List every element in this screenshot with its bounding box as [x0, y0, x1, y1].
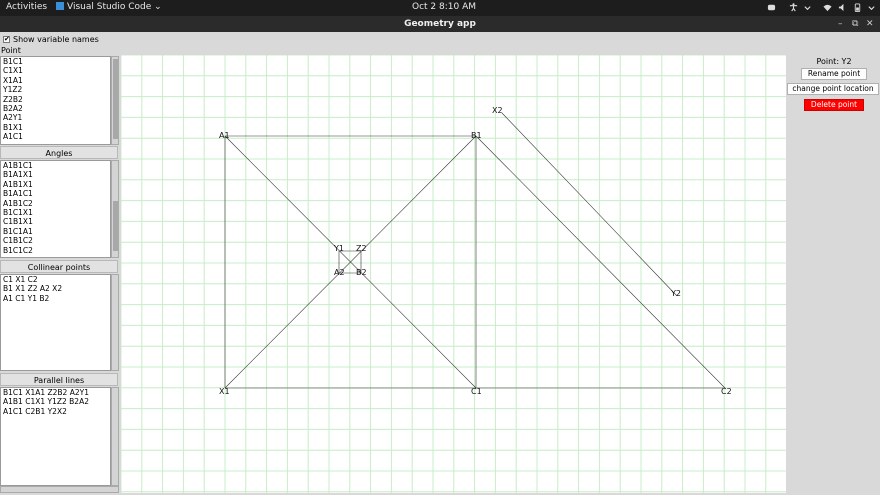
window-title-bar[interactable]: Geometry app – ⧉ ✕: [0, 16, 880, 32]
point-label-Y1[interactable]: Y1: [333, 244, 344, 253]
point-list-item[interactable]: A2Y1: [3, 113, 110, 122]
angle-list-item[interactable]: B1A1X1: [3, 170, 110, 179]
parallel-list-item[interactable]: A1B1 C1X1 Y1Z2 B2A2: [3, 397, 110, 406]
parallel-lines-header[interactable]: Parallel lines: [0, 373, 118, 386]
point-label-A2[interactable]: A2: [334, 268, 345, 277]
collinear-points-header[interactable]: Collinear points: [0, 260, 118, 273]
point-list-item[interactable]: Y1Z2: [3, 85, 110, 94]
parallel-list-item[interactable]: A1C1 C2B1 Y2X2: [3, 407, 110, 416]
point-list-item[interactable]: C1X1: [3, 66, 110, 75]
activities-button[interactable]: Activities: [6, 2, 47, 12]
horizontal-scrollbar[interactable]: [0, 486, 119, 493]
accessibility-icon[interactable]: [789, 3, 798, 12]
parallel-lines-list[interactable]: B1C1 X1A1 Z2B2 A2Y1 A1B1 C1X1 Y1Z2 B2A2 A1…: [0, 387, 111, 486]
point-label-A1[interactable]: A1: [219, 131, 230, 140]
point-label-X2[interactable]: X2: [492, 106, 503, 115]
point-list-item[interactable]: A1C1: [3, 132, 110, 141]
clock[interactable]: Oct 2 8:10 AM: [412, 2, 476, 12]
point-label-C1[interactable]: C1: [471, 387, 482, 396]
chevron-down-icon: ⌄: [151, 2, 162, 12]
collinear-list-item[interactable]: B1 X1 Z2 A2 X2: [3, 284, 110, 293]
app-menu[interactable]: Visual Studio Code ⌄: [56, 2, 162, 12]
point-list[interactable]: B1C1 C1X1 X1A1 Y1Z2 Z2B2 B2A2 A2Y1 B1X1 A1C1: [0, 56, 111, 145]
point-list-item[interactable]: B1X1: [3, 123, 110, 132]
angle-list-item[interactable]: A1B1X1: [3, 180, 110, 189]
collinear-list-item[interactable]: C1 X1 C2: [3, 275, 110, 284]
point-list-scrollbar[interactable]: [111, 56, 119, 145]
battery-icon[interactable]: [853, 3, 862, 12]
window-title: Geometry app: [404, 19, 476, 29]
segment-X2-Y2[interactable]: [501, 112, 678, 297]
point-label-C2[interactable]: C2: [721, 387, 732, 396]
angle-list-item[interactable]: B1C1A1: [3, 227, 110, 236]
discord-icon[interactable]: [767, 3, 776, 12]
maximize-icon[interactable]: ⧉: [852, 16, 858, 32]
collinear-list-item[interactable]: A1 C1 Y1 B2: [3, 294, 110, 303]
angles-list[interactable]: A1B1C1 B1A1X1 A1B1X1 B1A1C1 A1B1C2 B1C1X1 C1B1…: [0, 160, 111, 258]
point-list-item[interactable]: B1C1: [3, 57, 110, 66]
parallel-list-item[interactable]: B1C1 X1A1 Z2B2 A2Y1: [3, 388, 110, 397]
point-list-item[interactable]: B2A2: [3, 104, 110, 113]
minimize-icon[interactable]: –: [838, 16, 843, 32]
segment-B1-C2[interactable]: [475, 135, 726, 389]
angle-list-item[interactable]: A1B1C2: [3, 199, 110, 208]
wifi-icon[interactable]: [823, 3, 832, 12]
point-list-item[interactable]: X1A1: [3, 76, 110, 85]
volume-icon[interactable]: [838, 3, 847, 12]
angle-list-item[interactable]: C1B1C2: [3, 236, 110, 245]
rename-point-button[interactable]: Rename point: [801, 68, 867, 80]
collinear-points-list[interactable]: C1 X1 C2 B1 X1 Z2 A2 X2 A1 C1 Y1 B2: [0, 274, 111, 371]
show-variable-names-label: Show variable names: [13, 34, 99, 44]
point-label-Z2[interactable]: Z2: [356, 244, 367, 253]
chevron-down-icon[interactable]: [803, 3, 812, 12]
angle-list-item[interactable]: C1B1X1: [3, 217, 110, 226]
app-menu-label: Visual Studio Code: [67, 2, 152, 12]
close-icon[interactable]: ✕: [866, 16, 874, 32]
angles-list-scrollbar[interactable]: [111, 160, 119, 258]
canvas-grid: [121, 55, 786, 493]
selected-point-label: Point: Y2: [816, 57, 852, 66]
angles-header[interactable]: Angles: [0, 146, 118, 159]
point-label-B2[interactable]: B2: [356, 268, 367, 277]
point-label-Y2[interactable]: Y2: [670, 289, 681, 298]
point-label-X1[interactable]: X1: [219, 387, 230, 396]
angle-list-item[interactable]: B1C1X1: [3, 208, 110, 217]
point-label-B1[interactable]: B1: [471, 131, 482, 140]
system-top-bar: Activities Visual Studio Code ⌄ Oct 2 8:…: [0, 0, 880, 16]
checkbox-tick-icon[interactable]: ✔: [3, 35, 10, 43]
angle-list-item[interactable]: B1A1C1: [3, 189, 110, 198]
point-list-item[interactable]: Z2B2: [3, 95, 110, 104]
parallel-list-scrollbar[interactable]: [111, 387, 119, 486]
delete-point-button[interactable]: Delete point: [804, 99, 864, 111]
collinear-list-scrollbar[interactable]: [111, 274, 119, 371]
angle-list-item[interactable]: B1C1C2: [3, 246, 110, 255]
change-point-location-button[interactable]: change point location: [787, 83, 879, 95]
angle-list-item[interactable]: A1B1C1: [3, 161, 110, 170]
vscode-icon: [56, 2, 64, 10]
power-menu-chevron-icon[interactable]: [867, 3, 876, 12]
geometry-canvas[interactable]: A1 B1 X1 C1 C2 X2 Y2 Y1 Z2 A2 B2: [121, 55, 786, 493]
